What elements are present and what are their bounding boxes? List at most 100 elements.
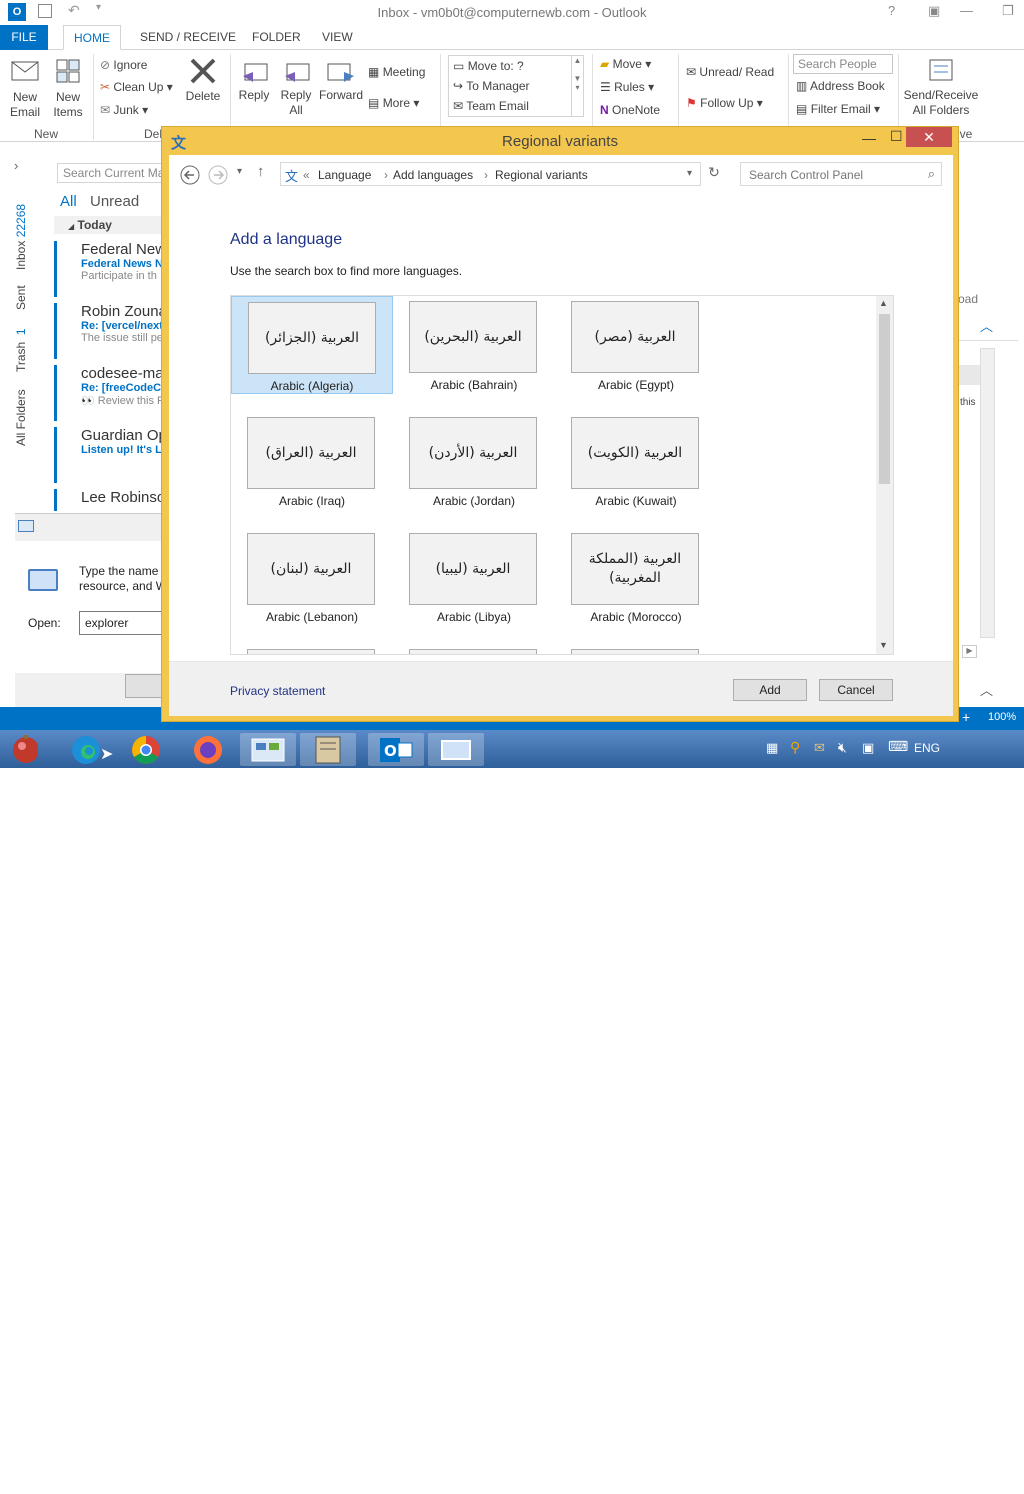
- search-people-input[interactable]: Search People: [793, 54, 893, 74]
- ribbon-display-icon[interactable]: ▣: [928, 3, 940, 19]
- reading-pane-scrollbar[interactable]: [980, 348, 995, 638]
- more-button[interactable]: ▤ More ▾: [368, 96, 419, 110]
- keyboard-icon[interactable]: ⌨: [888, 738, 908, 755]
- tab-file[interactable]: FILE: [0, 25, 48, 50]
- quick-step-move-to[interactable]: ▭ Move to: ?: [453, 59, 524, 73]
- expand-nav-icon[interactable]: ›: [14, 158, 18, 173]
- language-tile-libya[interactable]: العربية (ليبيا) Arabic (Libya): [393, 528, 555, 626]
- language-tile-morocco[interactable]: العربية (المملكة المغربية) Arabic (Moroc…: [555, 528, 717, 626]
- add-button[interactable]: Add: [733, 679, 807, 701]
- filter-email-button[interactable]: ▤ Filter Email ▾: [796, 102, 880, 116]
- taskbar-control-panel[interactable]: [240, 733, 296, 766]
- taskbar-chrome[interactable]: [118, 733, 174, 766]
- zoom-level[interactable]: 100%: [988, 711, 1016, 723]
- address-dropdown-icon[interactable]: ▾: [687, 168, 692, 179]
- search-tray-icon[interactable]: ⚲: [790, 739, 800, 756]
- nav-trash[interactable]: Trash 1: [14, 328, 28, 372]
- search-control-panel-input[interactable]: Search Control Panel ⌕: [740, 162, 942, 186]
- breadcrumb-language[interactable]: Language: [318, 168, 371, 182]
- privacy-statement-link[interactable]: Privacy statement: [230, 684, 325, 698]
- back-icon[interactable]: [179, 164, 201, 186]
- breadcrumb-regional-variants[interactable]: Regional variants: [495, 168, 588, 182]
- move-button[interactable]: ▰ Move ▾: [600, 57, 651, 71]
- junk-button[interactable]: ✉ Junk ▾: [100, 103, 148, 117]
- list-item[interactable]: Robin Zouna Re: [vercel/next The issue s…: [54, 303, 169, 359]
- unread-read-button[interactable]: ✉ Unread/ Read: [686, 65, 774, 79]
- volume-muted-icon[interactable]: 🔇︎: [838, 739, 847, 756]
- recent-locations-icon[interactable]: ▾: [237, 166, 242, 177]
- collapse-up-icon[interactable]: ︿: [980, 680, 993, 699]
- refresh-icon[interactable]: ↻: [703, 164, 725, 184]
- tab-home[interactable]: HOME: [63, 25, 121, 50]
- tab-view[interactable]: VIEW: [312, 25, 363, 50]
- quick-steps-scroll[interactable]: ▲ ▼ ▾: [571, 56, 583, 116]
- nav-all-folders[interactable]: All Folders: [14, 389, 28, 446]
- breadcrumb-add-languages[interactable]: Add languages: [393, 168, 473, 182]
- forward-button[interactable]: Forward: [318, 56, 364, 103]
- language-tile-jordan[interactable]: العربية (الأردن) Arabic (Jordan): [393, 412, 555, 510]
- clock[interactable]: 9:11 AM 2/6/2024: [955, 1464, 1002, 1494]
- cancel-button[interactable]: Cancel: [819, 679, 893, 701]
- nav-inbox[interactable]: Inbox 22268: [14, 204, 28, 270]
- minimize-icon[interactable]: —: [862, 130, 876, 146]
- language-tile-partial[interactable]: [409, 649, 537, 654]
- display-icon[interactable]: ▣: [862, 740, 874, 756]
- input-language[interactable]: ENG: [914, 741, 940, 755]
- forward-icon[interactable]: [207, 164, 229, 186]
- search-mailbox-input[interactable]: Search Current Mai: [57, 163, 169, 183]
- rules-button[interactable]: ☰ Rules ▾: [600, 80, 654, 94]
- reply-button[interactable]: Reply: [234, 56, 274, 103]
- list-item[interactable]: Guardian Op Listen up! It's Li: [54, 427, 169, 483]
- zoom-in-icon[interactable]: +: [962, 709, 970, 725]
- tab-folder[interactable]: FOLDER: [242, 25, 311, 50]
- new-email-button[interactable]: New Email: [6, 58, 44, 120]
- filter-all[interactable]: All: [60, 193, 77, 210]
- language-tile-lebanon[interactable]: العربية (لبنان) Arabic (Lebanon): [231, 528, 393, 626]
- taskbar-run[interactable]: [428, 733, 484, 766]
- scroll-up-icon[interactable]: ▲: [879, 298, 888, 308]
- reply-all-button[interactable]: Reply All: [276, 56, 316, 118]
- clean-up-button[interactable]: ✂ Clean Up ▾: [100, 80, 173, 94]
- follow-up-button[interactable]: ⚑ Follow Up ▾: [686, 96, 763, 110]
- language-tile-algeria[interactable]: العربية (الجزائر) Arabic (Algeria): [231, 296, 393, 394]
- collapse-up-icon[interactable]: ︿: [980, 316, 993, 335]
- scrollbar-thumb[interactable]: [879, 314, 890, 484]
- network-icon[interactable]: ▦: [766, 740, 778, 756]
- new-items-button[interactable]: New Items: [48, 58, 88, 120]
- meeting-button[interactable]: ▦ Meeting: [368, 65, 425, 79]
- language-list-scrollbar[interactable]: ▲ ▼: [876, 296, 893, 654]
- language-tile-iraq[interactable]: العربية (العراق) Arabic (Iraq): [231, 412, 393, 510]
- minimize-icon[interactable]: —: [960, 3, 973, 18]
- send-receive-all-button[interactable]: Send/Receive All Folders: [902, 56, 980, 118]
- address-book-button[interactable]: ▥ Address Book: [796, 79, 885, 93]
- tab-send-receive[interactable]: SEND / RECEIVE: [130, 25, 246, 50]
- taskbar-file-explorer[interactable]: [300, 733, 356, 766]
- up-icon[interactable]: ↑: [257, 163, 265, 180]
- taskbar-outlook[interactable]: O: [368, 733, 424, 766]
- nav-sent[interactable]: Sent: [14, 285, 28, 310]
- list-item[interactable]: codesee-ma Re: [freeCodeCa 👀 Review this…: [54, 365, 169, 421]
- taskbar-firefox[interactable]: [180, 733, 236, 766]
- onenote-button[interactable]: N OneNote: [600, 103, 660, 117]
- ignore-button[interactable]: ⊘ Ignore: [100, 58, 147, 72]
- list-item[interactable]: Lee Robinso: [54, 489, 169, 511]
- language-tile-bahrain[interactable]: العربية (البحرين) Arabic (Bahrain): [393, 296, 555, 394]
- close-icon[interactable]: ✕: [906, 127, 952, 147]
- mail-tray-icon[interactable]: ✉: [814, 740, 825, 756]
- maximize-icon[interactable]: ☐: [890, 128, 903, 145]
- language-tile-partial[interactable]: [247, 649, 375, 654]
- language-tile-egypt[interactable]: العربية (مصر) Arabic (Egypt): [555, 296, 717, 394]
- group-header-today[interactable]: ◢ Today: [54, 216, 169, 234]
- address-bar[interactable]: 文 « Language › Add languages › Regional …: [280, 162, 701, 186]
- language-tile-kuwait[interactable]: العربية (الكويت) Arabic (Kuwait): [555, 412, 717, 510]
- filter-unread[interactable]: Unread: [90, 193, 139, 210]
- language-tile-partial[interactable]: [571, 649, 699, 654]
- quick-step-team-email[interactable]: ✉ Team Email: [453, 99, 529, 113]
- quick-step-to-manager[interactable]: ↪ To Manager: [453, 79, 530, 93]
- open-input[interactable]: explorer: [79, 611, 169, 635]
- delete-button[interactable]: Delete: [182, 56, 224, 104]
- scroll-right-icon[interactable]: ▶: [962, 645, 977, 658]
- restore-icon[interactable]: ❐: [1002, 3, 1014, 19]
- start-button[interactable]: [2, 733, 58, 766]
- list-item[interactable]: Federal New Federal News N Participate i…: [54, 241, 169, 297]
